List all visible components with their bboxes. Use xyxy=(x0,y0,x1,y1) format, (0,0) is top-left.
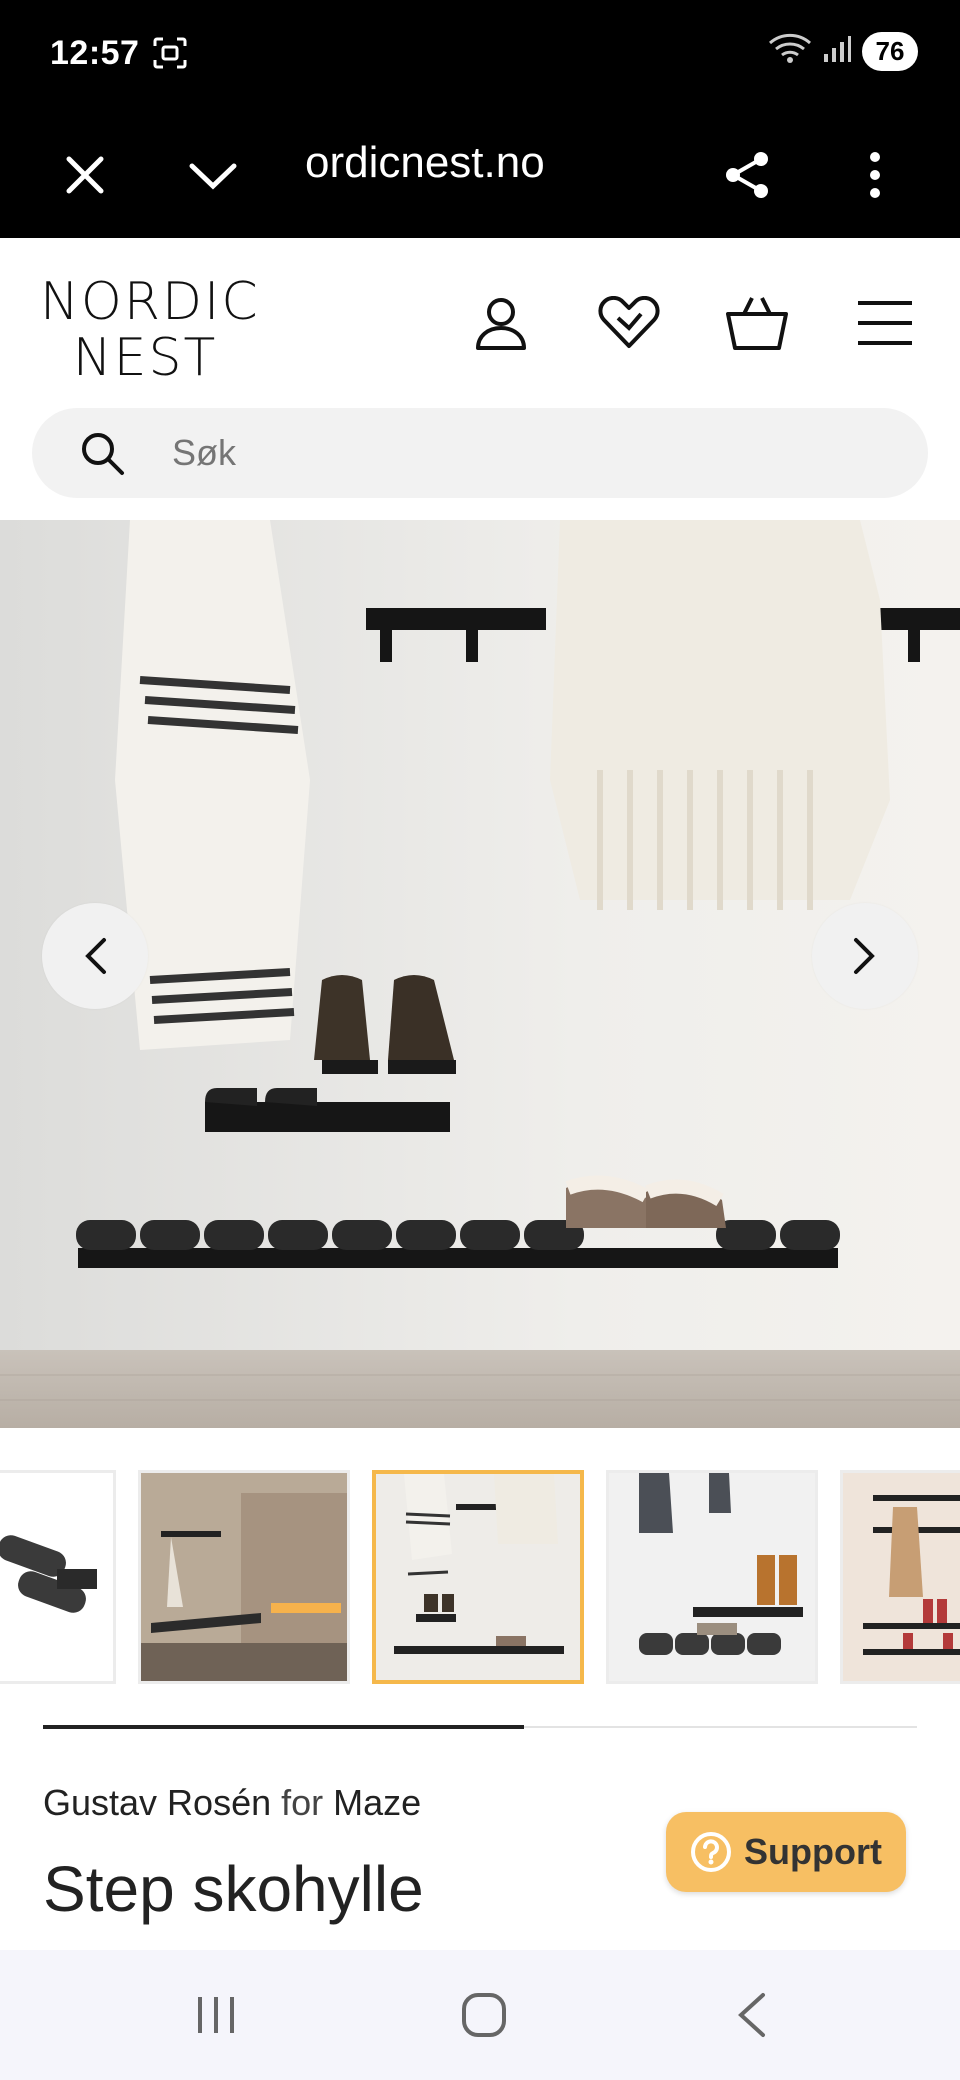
url-field[interactable]: ordicnest.no xyxy=(305,138,545,188)
support-label: Support xyxy=(744,1831,882,1872)
back-icon[interactable] xyxy=(712,1980,792,2050)
screenshot-icon xyxy=(152,36,188,70)
carousel-next-button[interactable] xyxy=(812,903,918,1009)
status-bar: 12:57 76 xyxy=(0,0,960,112)
support-button[interactable]: Support xyxy=(666,1812,906,1892)
brand-name[interactable]: Maze xyxy=(333,1782,421,1823)
thumbnail-strip xyxy=(0,1470,960,1684)
search-input[interactable] xyxy=(172,432,872,474)
help-icon xyxy=(691,1832,731,1872)
designer-for: for xyxy=(281,1782,324,1823)
search-bar[interactable] xyxy=(32,408,928,498)
chevron-left-icon xyxy=(85,938,106,974)
system-navigation-bar xyxy=(0,1950,960,2080)
thumbnail[interactable] xyxy=(606,1470,818,1684)
wifi-icon xyxy=(768,33,812,70)
close-icon[interactable] xyxy=(50,140,120,210)
more-vertical-icon[interactable] xyxy=(840,140,910,210)
designer-name[interactable]: Gustav Rosén xyxy=(43,1782,271,1823)
product-hero-image[interactable] xyxy=(0,520,960,1428)
thumbnail[interactable] xyxy=(840,1470,960,1684)
status-time: 12:57 xyxy=(50,34,140,72)
signal-icon xyxy=(822,34,852,69)
basket-icon[interactable] xyxy=(722,288,792,358)
recent-apps-icon[interactable] xyxy=(176,1980,256,2050)
thumbnail[interactable] xyxy=(0,1470,116,1684)
battery-indicator: 76 xyxy=(862,32,918,71)
account-icon[interactable] xyxy=(466,288,536,358)
browser-toolbar: ordicnest.no xyxy=(0,112,960,238)
wishlist-heart-icon[interactable] xyxy=(594,288,664,358)
search-icon xyxy=(72,423,132,483)
product-designer: Gustav Rosén for Maze xyxy=(43,1782,421,1824)
share-icon[interactable] xyxy=(712,140,782,210)
thumbnail-active[interactable] xyxy=(372,1470,584,1684)
home-icon[interactable] xyxy=(444,1980,524,2050)
gallery-scroll-progress-fill xyxy=(43,1725,524,1729)
menu-icon[interactable] xyxy=(850,288,920,358)
carousel-prev-button[interactable] xyxy=(42,903,148,1009)
thumbnail[interactable] xyxy=(138,1470,350,1684)
logo-line-1: NORDIC xyxy=(40,272,260,332)
chevron-down-icon[interactable] xyxy=(178,140,248,210)
logo-line-2: NEST xyxy=(72,328,218,388)
site-header: NORDIC NEST xyxy=(0,238,960,388)
chevron-right-icon xyxy=(854,938,875,974)
product-title: Step skohylle xyxy=(43,1853,424,1925)
gallery-scroll-progress xyxy=(43,1725,917,1729)
site-logo[interactable]: NORDIC NEST xyxy=(40,272,260,388)
